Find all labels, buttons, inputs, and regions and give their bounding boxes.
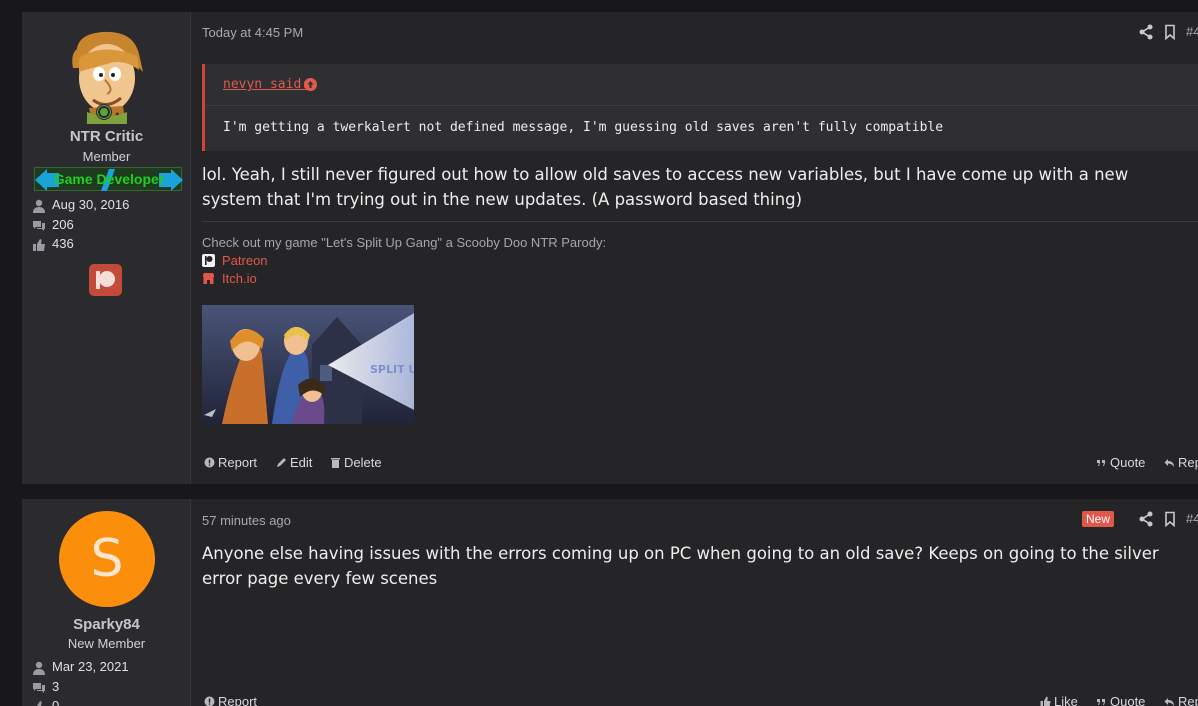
post: NTR Critic Member Game Developer Aug 30,…: [22, 12, 1198, 484]
quote-divider: [205, 105, 1198, 106]
reaction-count: 436: [52, 236, 74, 251]
report-icon: [204, 696, 215, 706]
signature-divider: [202, 221, 1198, 222]
avatar[interactable]: S: [59, 511, 155, 607]
post-timestamp[interactable]: 57 minutes ago: [202, 513, 291, 528]
edit-icon: [277, 458, 286, 467]
banner-label: Game Developer: [53, 171, 165, 187]
delete-label: Delete: [344, 455, 382, 470]
user-banner: Game Developer: [34, 167, 183, 191]
reply-icon: [1164, 459, 1174, 467]
online-status-icon: [96, 104, 112, 120]
message-count: 3: [52, 679, 60, 694]
user-info-panel: NTR Critic Member Game Developer Aug 30,…: [22, 12, 191, 484]
patreon-icon: [202, 254, 215, 267]
post-header-actions: #4: [1138, 24, 1198, 42]
post: S Sparky84 New Member Mar 23, 2021 3 0 5…: [22, 499, 1198, 706]
reply-label: Rep: [1178, 694, 1198, 706]
messages-icon: [33, 683, 45, 693]
user-icon: [33, 661, 45, 675]
post-number[interactable]: #4: [1186, 511, 1198, 526]
post-content: 57 minutes ago New #4 Anyone else having…: [202, 499, 1198, 706]
quote-text: I'm getting a twerkalert not defined mes…: [223, 120, 944, 135]
joined-date: Aug 30, 2016: [52, 197, 130, 212]
share-icon[interactable]: [1138, 511, 1154, 527]
quote-block: nevyn said: I'm getting a twerkalert not…: [202, 64, 1198, 151]
delete-icon: [331, 458, 340, 468]
quote-icon: [1097, 699, 1105, 705]
like-label: Like: [1054, 694, 1078, 706]
game-banner-image[interactable]: SPLIT UP GANG: [202, 305, 414, 424]
quote-label: Quote: [1110, 694, 1146, 706]
signature-text: Check out my game "Let's Split Up Gang" …: [202, 235, 607, 250]
reply-label: Rep: [1178, 455, 1198, 470]
post-message: Anyone else having issues with the error…: [202, 544, 1159, 588]
patreon-icon[interactable]: [89, 264, 122, 296]
thumbs-up-icon: [37, 701, 45, 706]
reply-icon: [1164, 698, 1174, 706]
patreon-link-label: Patreon: [222, 253, 268, 268]
share-icon[interactable]: [1138, 24, 1154, 40]
post-header-actions: #4: [1138, 511, 1198, 529]
joined-date: Mar 23, 2021: [52, 659, 129, 674]
itchio-icon: [203, 273, 214, 284]
post-message: lol. Yeah, I still never figured out how…: [202, 165, 1129, 209]
edit-label: Edit: [290, 455, 313, 470]
like-icon: [1040, 696, 1051, 706]
user-title: New Member: [67, 636, 146, 651]
quote-label: Quote: [1110, 455, 1146, 470]
user-info-panel: S Sparky84 New Member Mar 23, 2021 3 0: [22, 499, 191, 706]
post-number[interactable]: #4: [1186, 24, 1198, 39]
message-count: 206: [52, 217, 74, 232]
messages-icon: [33, 221, 45, 231]
username[interactable]: NTR Critic: [22, 128, 191, 145]
svg-text:SPLIT UP GANG: SPLIT UP GANG: [370, 363, 414, 376]
thumbs-up-icon: [33, 239, 45, 251]
new-badge: New: [1082, 511, 1114, 527]
report-label: Report: [218, 694, 258, 706]
report-icon: [204, 457, 215, 468]
reaction-count: 0: [52, 698, 60, 706]
user-icon: [33, 199, 45, 213]
bookmark-icon[interactable]: [1162, 24, 1178, 40]
avatar-letter: S: [90, 529, 124, 589]
quote-author[interactable]: nevyn said:: [223, 77, 309, 92]
user-title: Member: [82, 149, 131, 164]
itchio-link-label: Itch.io: [222, 271, 257, 286]
quote-icon: [1097, 460, 1105, 466]
report-label: Report: [218, 455, 258, 470]
username[interactable]: Sparky84: [22, 616, 191, 633]
arrow-up-circle-icon[interactable]: [304, 78, 317, 91]
post-content: Today at 4:45 PM #4 nevyn said: I'm gett…: [202, 12, 1198, 484]
post-timestamp[interactable]: Today at 4:45 PM: [202, 25, 303, 40]
bookmark-icon[interactable]: [1162, 511, 1178, 527]
